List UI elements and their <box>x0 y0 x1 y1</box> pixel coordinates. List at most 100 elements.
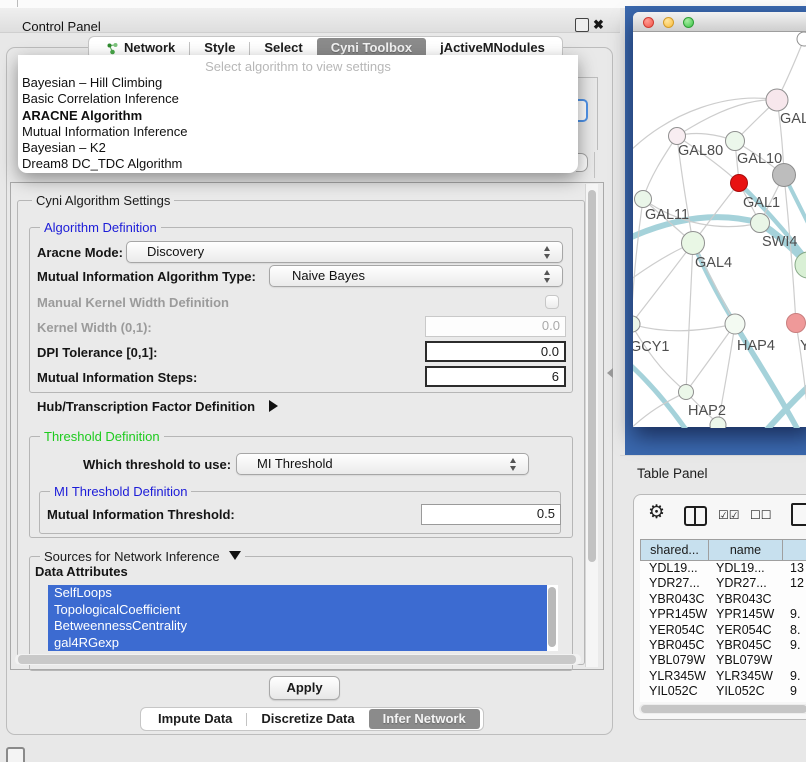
mi-threshold-label: Mutual Information Threshold: <box>47 507 235 522</box>
tab-impute-data[interactable]: Impute Data <box>144 709 246 729</box>
mi-type-select[interactable]: Naive Bayes <box>269 265 563 287</box>
table-column-header[interactable]: A <box>782 539 806 561</box>
table-column-header[interactable]: name <box>708 539 783 561</box>
network-edge[interactable] <box>633 199 643 324</box>
network-desktop-area: GALGAL80GAL10GAL1GAL11SWI4GAL4GCY1HAP4YH… <box>625 6 806 455</box>
network-node-gal[interactable] <box>766 89 788 111</box>
top-strip-tick <box>17 0 18 7</box>
table-row[interactable]: YPR145WYPR145W9. <box>640 607 806 622</box>
algorithm-option[interactable]: Dream8 DC_TDC Algorithm <box>18 156 578 172</box>
network-node-gal10[interactable] <box>726 132 745 151</box>
deselect-all-checkboxes-icon[interactable]: ☐☐ <box>750 508 772 522</box>
table-row[interactable]: YBR043CYBR043C <box>640 592 806 607</box>
network-edge[interactable] <box>686 324 735 392</box>
network-node[interactable] <box>773 164 796 187</box>
float-window-icon[interactable] <box>575 18 589 32</box>
columns-icon[interactable] <box>684 506 707 526</box>
algorithm-dropdown-list: Bayesian – Hill ClimbingBasic Correlatio… <box>18 75 578 173</box>
apply-button[interactable]: Apply <box>269 676 340 700</box>
table-column-header[interactable]: shared... <box>640 539 709 561</box>
settings-vertical-scrollbar[interactable] <box>585 184 598 667</box>
table-cell: 9. <box>784 638 806 653</box>
network-edge[interactable] <box>677 100 777 136</box>
select-all-checkboxes-icon[interactable]: ☑☑ <box>718 508 740 522</box>
close-icon[interactable]: ✖ <box>593 17 604 33</box>
table-cell: 9. <box>784 669 806 684</box>
network-node-gal80[interactable] <box>669 128 686 145</box>
network-node[interactable] <box>797 32 806 46</box>
table-row[interactable]: YBR045CYBR045C9. <box>640 638 806 653</box>
network-edge[interactable] <box>633 243 693 324</box>
splitter-grip-icon[interactable] <box>607 368 613 378</box>
network-edge[interactable] <box>633 324 735 331</box>
settings-horizontal-scrollbar[interactable] <box>15 654 581 665</box>
which-threshold-select[interactable]: MI Threshold <box>236 453 529 475</box>
network-node-gcy1[interactable] <box>633 316 640 332</box>
data-attribute-item[interactable]: BetweennessCentrality <box>48 618 547 635</box>
network-edge[interactable] <box>633 324 686 392</box>
mi-steps-input[interactable]: 6 <box>425 366 566 387</box>
dpi-tolerance-input[interactable]: 0.0 <box>425 341 566 362</box>
settings-horizontal-scrollbar-thumb[interactable] <box>18 655 576 664</box>
table-row[interactable]: YDR27...YDR27...12 <box>640 576 806 591</box>
network-node-swi4[interactable] <box>751 214 770 233</box>
which-threshold-value: MI Threshold <box>257 456 333 471</box>
algorithm-option[interactable]: Bayesian – Hill Climbing <box>18 75 578 91</box>
table-row[interactable]: YBL079WYBL079W <box>640 653 806 668</box>
table-horizontal-scrollbar-thumb[interactable] <box>641 705 806 713</box>
kernel-width-input[interactable]: 0.0 <box>425 316 566 337</box>
network-node-gal4[interactable] <box>682 232 705 255</box>
algorithm-option[interactable]: Bayesian – K2 <box>18 140 578 156</box>
network-canvas[interactable]: GALGAL80GAL10GAL1GAL11SWI4GAL4GCY1HAP4YH… <box>633 32 806 428</box>
data-attribute-item[interactable]: SelfLoops <box>48 585 547 602</box>
network-node-label: SWI4 <box>762 234 797 250</box>
network-node-label: HAP2 <box>688 403 726 419</box>
data-attributes-list[interactable]: SelfLoopsTopologicalCoefficientBetweenne… <box>48 585 558 651</box>
window-minimize-icon[interactable] <box>663 17 674 28</box>
table-row[interactable]: YLR345WYLR345W9. <box>640 669 806 684</box>
tab-label: Impute Data <box>158 709 232 729</box>
table-cell: YBR043C <box>640 592 709 607</box>
table-horizontal-scrollbar[interactable] <box>639 704 806 714</box>
gear-icon[interactable]: ⚙ <box>648 502 665 524</box>
manual-kernel-checkbox[interactable] <box>545 295 559 309</box>
network-node-gal11[interactable] <box>635 191 652 208</box>
network-edge[interactable] <box>686 243 693 392</box>
mi-threshold-input[interactable]: 0.5 <box>421 504 561 525</box>
network-node[interactable] <box>710 417 726 428</box>
data-attribute-item[interactable]: gal4RGexp <box>48 635 547 652</box>
kernel-width-label: Kernel Width (0,1): <box>37 320 152 335</box>
network-node-y[interactable] <box>787 314 806 333</box>
network-window[interactable]: GALGAL80GAL10GAL1GAL11SWI4GAL4GCY1HAP4YH… <box>633 12 806 427</box>
network-edge[interactable] <box>643 136 677 199</box>
algorithm-option[interactable]: Basic Correlation Inference <box>18 91 578 107</box>
data-attribute-item[interactable]: TopologicalCoefficient <box>48 602 547 619</box>
combo-arrows-icon <box>509 457 518 472</box>
sources-legend[interactable]: Sources for Network Inference <box>40 549 245 564</box>
aracne-mode-select[interactable]: Discovery <box>126 241 563 263</box>
cyni-algorithm-settings-legend: Cyni Algorithm Settings <box>32 193 174 208</box>
table-cell: 12 <box>784 576 806 591</box>
table-row[interactable]: YDL19...YDL19...13 <box>640 561 806 576</box>
table-cell: YPR145W <box>640 607 709 622</box>
hub-definition-expander[interactable]: Hub/Transcription Factor Definition <box>37 399 278 414</box>
network-node-gal1[interactable] <box>731 175 748 192</box>
collapsed-panel-icon[interactable] <box>6 747 25 762</box>
list-scrollbar-thumb[interactable] <box>548 587 556 647</box>
table-row[interactable]: YER054CYER054C8. <box>640 623 806 638</box>
tab-discretize-data[interactable]: Discretize Data <box>247 709 368 729</box>
network-icon <box>106 42 119 55</box>
export-table-icon[interactable] <box>791 503 806 526</box>
window-zoom-icon[interactable] <box>683 17 694 28</box>
algorithm-option[interactable]: Mutual Information Inference <box>18 124 578 140</box>
table-row[interactable]: YIL052CYIL052C9 <box>640 684 806 699</box>
tab-infer-network[interactable]: Infer Network <box>369 709 480 729</box>
settings-vertical-scrollbar-thumb[interactable] <box>588 190 596 562</box>
algorithm-option[interactable]: ARACNE Algorithm <box>18 108 578 124</box>
network-node-hap2[interactable] <box>679 385 694 400</box>
window-close-icon[interactable] <box>643 17 654 28</box>
network-window-titlebar[interactable] <box>633 12 806 32</box>
algorithm-dropdown-prompt: Select algorithm to view settings <box>18 58 578 75</box>
network-node-hap4[interactable] <box>725 314 745 334</box>
hidden-focused-combo-fragment <box>577 99 588 122</box>
